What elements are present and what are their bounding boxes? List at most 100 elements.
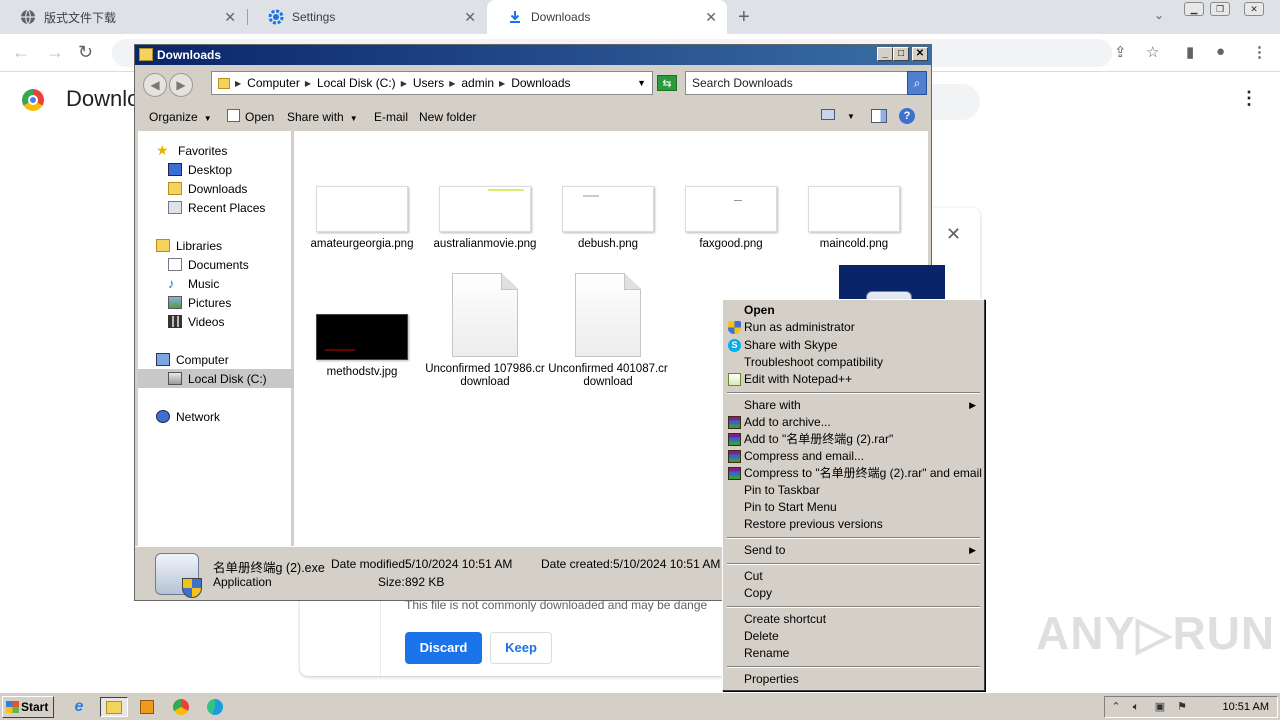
tab-settings[interactable]: Settings ✕ xyxy=(248,0,486,34)
action-center-flag-icon[interactable]: ⚑ xyxy=(1175,701,1189,714)
chevron-down-icon[interactable]: ⌄ xyxy=(1154,8,1164,22)
bookmark-star-icon[interactable]: ☆ xyxy=(1146,43,1159,61)
file-item[interactable]: faxgood.png xyxy=(671,186,791,251)
menu-item-properties[interactable]: Properties xyxy=(725,671,982,688)
close-icon[interactable]: ✕ xyxy=(705,9,717,26)
start-button[interactable]: Start xyxy=(2,696,54,718)
chrome-taskbar-icon[interactable] xyxy=(168,697,194,717)
view-options-icon[interactable] xyxy=(821,109,835,120)
new-folder-button[interactable]: New folder xyxy=(419,110,476,124)
minimize-button[interactable]: ▁ xyxy=(1184,2,1204,16)
refresh-icon[interactable]: ⇆ xyxy=(657,75,677,91)
tab-download-page[interactable]: 版式文件下载 ✕ xyxy=(0,0,246,34)
volume-icon[interactable]: 🔈︎ xyxy=(1129,701,1143,714)
restore-button[interactable]: ❐ xyxy=(1210,2,1230,16)
nav-pictures[interactable]: Pictures xyxy=(168,293,231,312)
search-icon[interactable]: ⌕ xyxy=(907,71,927,95)
nav-downloads[interactable]: Downloads xyxy=(168,179,247,198)
discard-button[interactable]: Discard xyxy=(405,632,482,664)
nav-computer[interactable]: Computer xyxy=(156,350,229,369)
nav-desktop[interactable]: Desktop xyxy=(168,160,232,179)
menu-item-share-with[interactable]: Share with ▶ xyxy=(725,397,982,414)
new-tab-button[interactable]: + xyxy=(738,6,750,29)
media-player-icon[interactable] xyxy=(136,697,158,717)
chevron-down-icon[interactable]: ▼ xyxy=(847,112,855,121)
back-arrow-icon[interactable]: ◀ xyxy=(143,73,167,97)
close-button[interactable]: ✕ xyxy=(912,47,928,61)
file-item[interactable]: Unconfirmed 107986.crdownload xyxy=(425,273,545,389)
chevron-right-icon[interactable]: ▶ xyxy=(235,79,241,88)
nav-recent-places[interactable]: Recent Places xyxy=(168,198,265,217)
nav-favorites[interactable]: ★ Favorites xyxy=(156,141,227,160)
help-icon[interactable]: ? xyxy=(899,108,915,124)
side-panel-icon[interactable]: ▮ xyxy=(1186,43,1194,61)
search-input[interactable]: Search Downloads xyxy=(685,71,909,95)
breadcrumb-users[interactable]: Users xyxy=(413,76,444,90)
menu-item-delete[interactable]: Delete xyxy=(725,628,982,645)
close-icon[interactable]: ✕ xyxy=(464,9,476,26)
menu-item-restore-versions[interactable]: Restore previous versions xyxy=(725,516,982,533)
breadcrumb-admin[interactable]: admin xyxy=(461,76,494,90)
nav-network[interactable]: Network xyxy=(156,407,220,426)
chevron-right-icon[interactable]: ▶ xyxy=(305,79,311,88)
file-item[interactable]: australianmovie.png xyxy=(425,186,545,251)
share-with-button[interactable]: Share with ▼ xyxy=(287,110,358,124)
explorer-taskbar-icon[interactable] xyxy=(100,697,128,717)
chevron-down-icon[interactable]: ▼ xyxy=(637,78,646,88)
breadcrumb-downloads[interactable]: Downloads xyxy=(511,76,570,90)
menu-item-copy[interactable]: Copy xyxy=(725,585,982,602)
menu-item-open[interactable]: Open xyxy=(725,302,982,319)
forward-arrow-icon[interactable]: ▶ xyxy=(169,73,193,97)
menu-item-troubleshoot[interactable]: Troubleshoot compatibility xyxy=(725,354,982,371)
internet-explorer-icon[interactable]: e xyxy=(68,697,90,717)
menu-item-pin-start[interactable]: Pin to Start Menu xyxy=(725,499,982,516)
tab-downloads[interactable]: Downloads ✕ xyxy=(487,0,727,34)
show-hidden-icons-icon[interactable]: ⌃ xyxy=(1109,701,1123,714)
file-item[interactable]: Unconfirmed 401087.crdownload xyxy=(548,273,668,389)
file-item[interactable]: debush.png xyxy=(548,186,668,251)
nav-local-disk[interactable]: Local Disk (C:) xyxy=(138,369,294,388)
minimize-button[interactable]: _ xyxy=(877,47,893,61)
menu-item-rename[interactable]: Rename xyxy=(725,645,982,662)
breadcrumb-computer[interactable]: Computer xyxy=(247,76,300,90)
organize-button[interactable]: Organize ▼ xyxy=(149,110,212,124)
menu-item-compress-to-rar-email[interactable]: Compress to "名单册终端g (2).rar" and email xyxy=(725,465,982,482)
menu-item-create-shortcut[interactable]: Create shortcut xyxy=(725,611,982,628)
file-item[interactable]: methodstv.jpg xyxy=(302,314,422,379)
reload-icon[interactable]: ↻ xyxy=(78,42,93,63)
menu-item-pin-taskbar[interactable]: Pin to Taskbar xyxy=(725,482,982,499)
file-item[interactable]: amateurgeorgia.png xyxy=(302,186,422,251)
share-icon[interactable]: ⇪ xyxy=(1114,43,1127,61)
menu-item-add-to-rar[interactable]: Add to "名单册终端g (2).rar" xyxy=(725,431,982,448)
file-item[interactable]: maincold.png xyxy=(794,186,914,251)
menu-item-add-archive[interactable]: Add to archive... xyxy=(725,414,982,431)
close-icon[interactable]: ✕ xyxy=(946,224,961,245)
preview-pane-icon[interactable] xyxy=(871,109,887,123)
downloads-search[interactable] xyxy=(930,84,980,120)
nav-music[interactable]: ♪ Music xyxy=(168,274,219,293)
keep-button[interactable]: Keep xyxy=(490,632,552,664)
open-button[interactable]: Open xyxy=(245,110,274,124)
nav-documents[interactable]: Documents xyxy=(168,255,249,274)
clock[interactable]: 10:51 AM xyxy=(1223,701,1269,713)
menu-kebab-icon[interactable]: ⋮ xyxy=(1252,43,1267,61)
breadcrumb-local-disk[interactable]: Local Disk (C:) xyxy=(317,76,396,90)
nav-videos[interactable]: Videos xyxy=(168,312,224,331)
email-button[interactable]: E-mail xyxy=(374,110,408,124)
close-window-button[interactable]: ✕ xyxy=(1244,2,1264,16)
more-options-icon[interactable]: ⋮ xyxy=(1240,88,1258,109)
close-icon[interactable]: ✕ xyxy=(224,9,236,26)
menu-item-run-as-admin[interactable]: Run as administrator xyxy=(725,319,982,336)
back-arrow-icon[interactable]: ← xyxy=(12,42,30,63)
menu-item-cut[interactable]: Cut xyxy=(725,568,982,585)
profile-icon[interactable]: ● xyxy=(1216,43,1225,60)
menu-item-share-skype[interactable]: S Share with Skype xyxy=(725,337,982,354)
breadcrumb[interactable]: ▶ Computer ▶ Local Disk (C:) ▶ Users ▶ a… xyxy=(211,71,653,95)
nav-libraries[interactable]: Libraries xyxy=(156,236,222,255)
network-tray-icon[interactable]: ▣ xyxy=(1153,701,1167,714)
chevron-right-icon[interactable]: ▶ xyxy=(401,79,407,88)
chevron-right-icon[interactable]: ▶ xyxy=(449,79,455,88)
chevron-right-icon[interactable]: ▶ xyxy=(499,79,505,88)
menu-item-edit-notepadpp[interactable]: Edit with Notepad++ xyxy=(725,371,982,388)
maximize-button[interactable]: □ xyxy=(893,47,909,61)
